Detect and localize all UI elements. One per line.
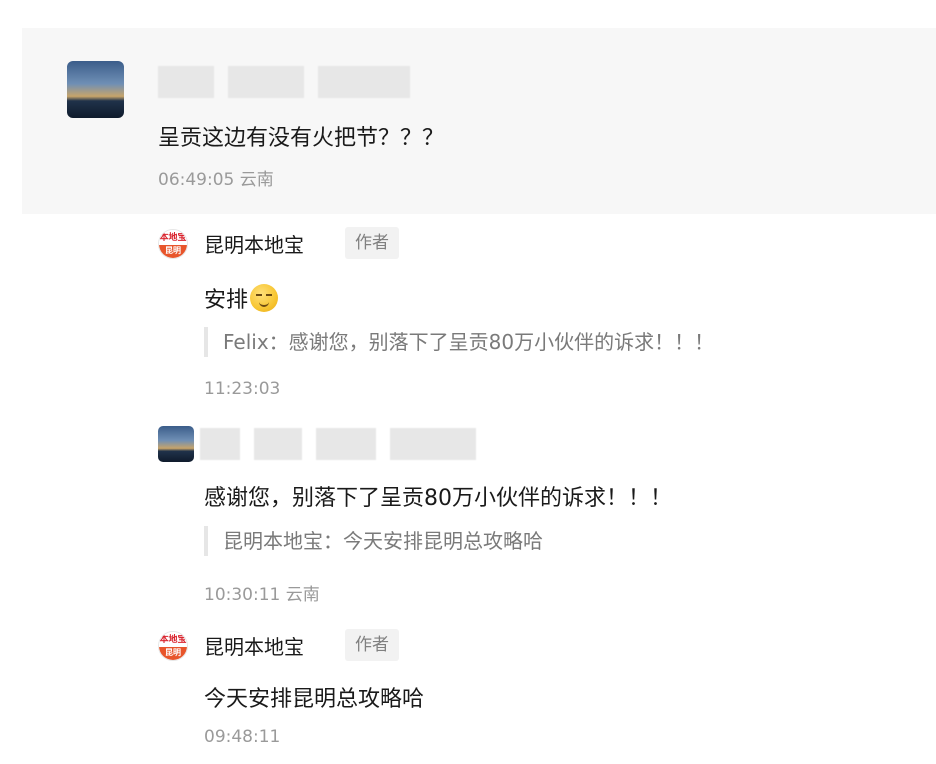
reply-author[interactable]: 昆明本地宝 xyxy=(204,631,304,660)
author-logo-icon[interactable]: 本地宝 昆明 xyxy=(158,631,188,661)
author-logo-icon[interactable]: 本地宝 昆明 xyxy=(158,229,188,259)
reply-author[interactable]: 昆明本地宝 xyxy=(204,229,304,258)
author-badge: 作者 xyxy=(345,227,399,259)
reply-quote: Felix：感谢您，别落下了呈贡80万小伙伴的诉求！！！ xyxy=(204,327,714,357)
smirk-emoji-icon xyxy=(250,284,279,312)
reply-quote: 昆明本地宝：今天安排昆明总攻略哈 xyxy=(204,526,543,556)
reply-time: 09:48:11 xyxy=(204,727,281,747)
reply-meta: 10:30:11 云南 xyxy=(204,585,320,605)
reply-time: 11:23:03 xyxy=(204,379,281,399)
reply-text: 今天安排昆明总攻略哈 xyxy=(204,687,425,712)
blurred-username xyxy=(200,428,490,460)
comment-meta: 06:49:05 云南 xyxy=(158,170,274,190)
reply-text: 安排 xyxy=(204,282,279,314)
avatar[interactable] xyxy=(158,426,194,462)
blurred-username xyxy=(158,66,424,98)
comment-text: 呈贡这边有没有火把节？？？ xyxy=(158,126,445,151)
reply-text: 感谢您，别落下了呈贡80万小伙伴的诉求！！！ xyxy=(204,486,672,511)
author-badge: 作者 xyxy=(345,629,399,661)
avatar[interactable] xyxy=(67,61,124,118)
